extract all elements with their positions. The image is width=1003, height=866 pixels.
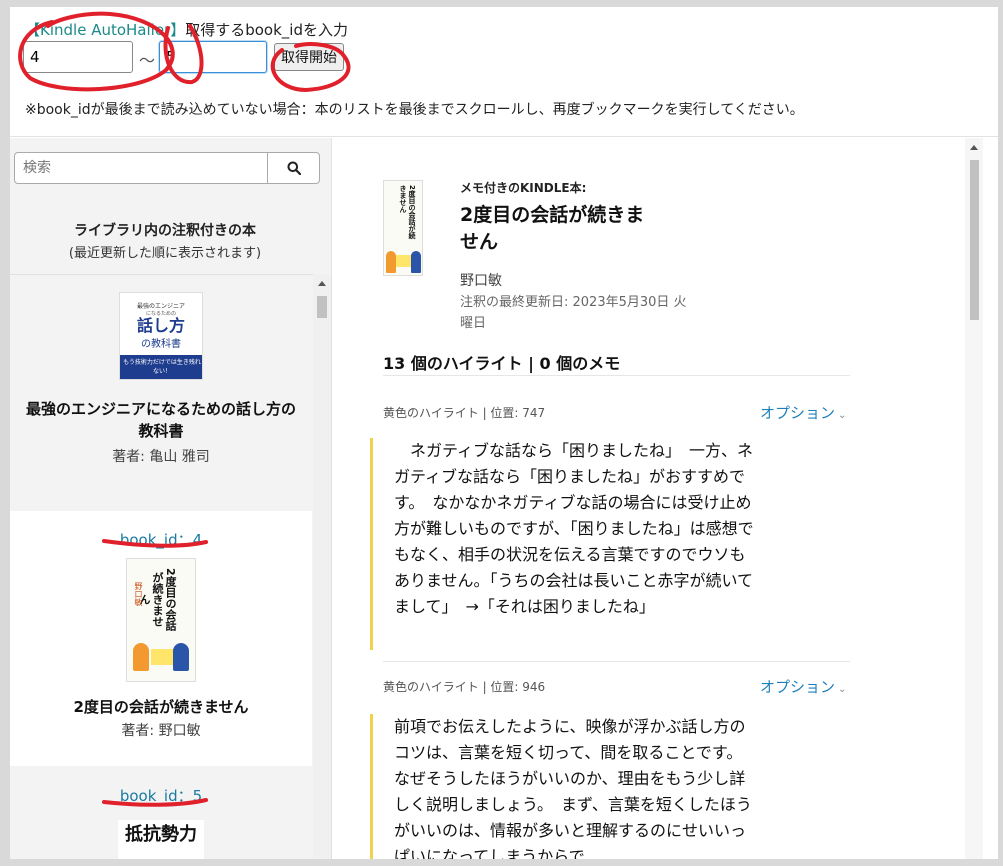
book-author: 著者: 野口敏 (121, 723, 201, 739)
highlight-meta: 黄色のハイライト | 位置: 747 (383, 406, 546, 420)
detail-author: 野口敏 (460, 273, 502, 289)
search-button[interactable] (267, 153, 319, 183)
chevron-down-icon: ⌄ (838, 684, 847, 695)
search-input[interactable] (15, 153, 267, 183)
book-item[interactable]: book_id：5 抵抗勢力 (10, 767, 312, 859)
range-separator: 〜 (139, 51, 156, 70)
book-title: 2度目の会話が続きません (73, 698, 249, 716)
book-cover: 抵抗勢力 (118, 820, 204, 859)
cover-kicker: 最強のエンジニア (136, 303, 185, 310)
book-author: 著者: 亀山 雅司 (112, 449, 210, 465)
detail-cover: 2度目の会話が続きません (383, 180, 423, 276)
cover-main: 抵抗勢力 (125, 824, 197, 845)
chevron-down-icon: ⌄ (838, 410, 847, 421)
app-name: 【Kindle AutoHailer】 (25, 21, 186, 39)
cover-figure (173, 643, 189, 671)
book-detail: 2度目の会話が続きません メモ付きのKINDLE本: 2度目の会話が続きません … (333, 138, 998, 859)
scroll-up-icon[interactable] (318, 281, 326, 286)
divider (383, 661, 850, 662)
options-label: オプション (760, 404, 836, 422)
book-list: 最強のエンジニア になるための 話し方 の教科書 もう技術力だけでは生き残れない… (10, 274, 332, 859)
scrollbar-thumb[interactable] (317, 296, 327, 318)
book-cover: 2度目の会話が続きません 野口敏 (126, 558, 196, 682)
book-title: 最強のエンジニアになるための話し方の教科書 (25, 400, 296, 440)
highlight-meta: 黄色のハイライト | 位置: 946 (383, 680, 546, 694)
search-icon (287, 161, 301, 175)
cover-author: 野口敏 (134, 582, 143, 606)
cover-main: 2度目の会話が続きません (399, 185, 416, 239)
cover-main: 2度目の会話が続きません (138, 567, 177, 631)
highlight-text: 前項でお伝えしたように、映像が浮かぶ話し方のコツは、言葉を短く切って、間を取るこ… (370, 714, 760, 859)
cover-band: もう技術力だけでは生き残れない！ (120, 355, 202, 379)
scroll-up-icon[interactable] (970, 145, 978, 150)
book-list-scrollbar[interactable] (313, 274, 331, 859)
from-book-id-input[interactable] (23, 41, 133, 73)
scroll-note: ※book_idが最後まで読み込めていない場合：本のリストを最後までスクロールし… (25, 102, 804, 118)
options-menu[interactable]: オプション ⌄ (760, 402, 846, 423)
library-sidebar: ライブラリ内の注釈付きの本 (最近更新した順に表示されます) 最強のエンジニア … (10, 138, 332, 859)
book-id-label: book_id：5 (119, 787, 203, 805)
cover-sub: の教科書 (141, 339, 181, 350)
cover-figure (386, 251, 396, 273)
book-item-selected[interactable]: book_id：4 2度目の会話が続きません 野口敏 2度目の会話が続きません … (10, 511, 312, 766)
highlight-text: ネガティブな話なら「困りましたね」 一方、ネガティブな話なら「困りましたね」がお… (370, 438, 760, 650)
book-item[interactable]: 最強のエンジニア になるための 話し方 の教科書 もう技術力だけでは生き残れない… (10, 275, 312, 510)
book-id-label: book_id：4 (119, 531, 203, 549)
app-frame: 【Kindle AutoHailer】取得するbook_idを入力 〜 取得開始… (10, 7, 998, 859)
library-subheading: (最近更新した順に表示されます) (68, 246, 262, 261)
highlight-counts: 13 個のハイライト | 0 個のメモ (383, 350, 850, 376)
options-label: オプション (760, 678, 836, 696)
detail-title: 2度目の会話が続きません (460, 204, 645, 253)
prompt-text: 取得するbook_idを入力 (185, 21, 348, 39)
scrollbar-thumb[interactable] (970, 160, 979, 320)
input-bar: 【Kindle AutoHailer】取得するbook_idを入力 〜 取得開始… (10, 7, 998, 137)
cover-figure (411, 251, 421, 273)
to-book-id-input[interactable] (159, 41, 267, 73)
cover-band (396, 255, 411, 267)
options-menu[interactable]: オプション ⌄ (760, 676, 846, 697)
detail-scrollbar[interactable] (965, 138, 983, 859)
start-fetch-button[interactable]: 取得開始 (274, 43, 344, 71)
detail-label: メモ付きのKINDLE本: (460, 181, 587, 195)
book-cover: 最強のエンジニア になるための 話し方 の教科書 もう技術力だけでは生き残れない… (119, 292, 203, 380)
cover-main: 話し方 (136, 316, 185, 335)
cover-figure (133, 643, 149, 671)
cover-band (151, 649, 173, 665)
input-prompt: 【Kindle AutoHailer】取得するbook_idを入力 (25, 19, 348, 40)
search-box (14, 152, 320, 184)
library-heading: ライブラリ内の注釈付きの本 (74, 223, 256, 239)
detail-updated: 注釈の最終更新日: 2023年5月30日 火曜日 (460, 295, 687, 331)
